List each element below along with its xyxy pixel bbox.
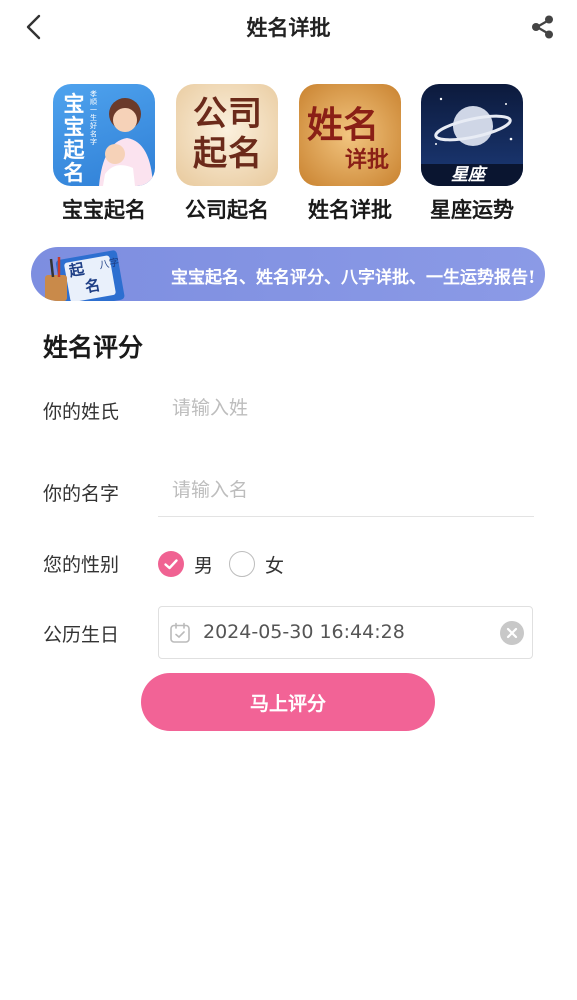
share-icon	[532, 15, 553, 39]
radio-circle-icon	[229, 551, 255, 577]
gender-label: 您的性别	[43, 554, 120, 576]
gender-option-female[interactable]: 女	[229, 550, 284, 578]
clear-icon[interactable]	[500, 621, 524, 645]
name-analysis-icon-subtext: 详批	[345, 147, 390, 173]
check-icon	[158, 551, 184, 577]
calendar-icon	[170, 622, 190, 643]
baby-naming-icon-text: 宝宝起名	[63, 91, 85, 185]
company-naming-icon: 公司起名	[176, 84, 278, 186]
gender-option-label: 男	[194, 554, 214, 577]
app-tile-baby-naming[interactable]: 宝宝起名 孝順一生好名字 宝宝起名	[42, 84, 166, 224]
page-title: 姓名详批	[246, 16, 331, 40]
name-analysis-icon: 姓名 详批	[299, 84, 401, 186]
surname-input[interactable]	[158, 386, 534, 430]
surname-label: 你的姓氏	[43, 401, 120, 423]
app-tiles: 宝宝起名 孝順一生好名字 宝宝起名 公司起名 公司起名 姓名 详批 姓名详批 星…	[0, 84, 577, 224]
book-icon: 起 名 八字	[37, 249, 129, 301]
app-tile-label: 宝宝起名	[62, 198, 146, 222]
app-tile-company-naming[interactable]: 公司起名 公司起名	[165, 84, 289, 224]
gender-option-label: 女	[265, 554, 285, 577]
constellation-icon: 星座	[421, 84, 523, 186]
gender-option-male[interactable]: 男	[158, 550, 213, 578]
company-naming-icon-text: 公司起名	[193, 94, 263, 174]
section-title: 姓名评分	[43, 333, 144, 362]
app-tile-constellation[interactable]: 星座 星座运势	[410, 84, 534, 224]
app-tile-label: 公司起名	[185, 198, 269, 222]
banner-text: 宝宝起名、姓名评分、八字详批、一生运势报告!	[171, 268, 536, 288]
submit-button[interactable]: 马上评分	[141, 673, 435, 731]
birthday-picker[interactable]: 2024-05-30 16:44:28	[158, 606, 533, 659]
baby-naming-icon-subtext: 孝順一生好名字	[90, 90, 97, 146]
input-divider	[158, 516, 534, 517]
name-analysis-icon-text: 姓名	[307, 104, 380, 146]
birthday-label: 公历生日	[43, 624, 120, 646]
birthday-value: 2024-05-30 16:44:28	[203, 621, 405, 643]
given-name-input[interactable]	[158, 468, 534, 512]
constellation-icon-text: 星座	[451, 165, 485, 185]
app-tile-label: 星座运势	[430, 198, 514, 222]
promo-banner[interactable]: 起 名 八字 宝宝起名、姓名评分、八字详批、一生运势报告!	[31, 247, 545, 301]
share-button[interactable]	[530, 14, 556, 40]
baby-naming-icon: 宝宝起名 孝順一生好名字	[53, 84, 155, 186]
given-name-label: 你的名字	[43, 483, 120, 505]
top-bar: 姓名详批	[0, 0, 577, 54]
app-tile-name-analysis[interactable]: 姓名 详批 姓名详批	[288, 84, 412, 224]
app-tile-label: 姓名详批	[308, 198, 392, 222]
